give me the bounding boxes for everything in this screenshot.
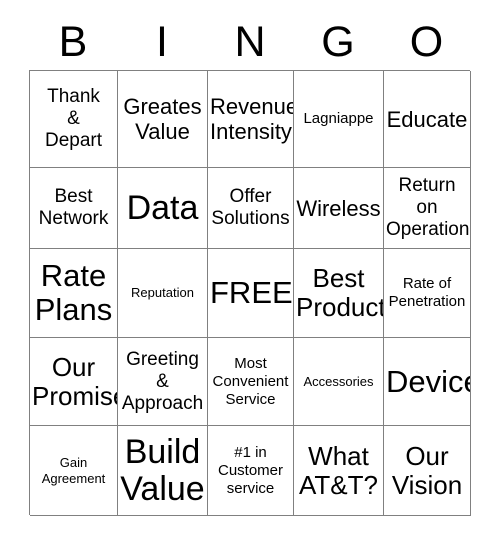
bingo-cell-label: Rate of Penetration — [388, 275, 466, 310]
bingo-cell-r5c5[interactable]: Our Vision — [384, 426, 471, 516]
bingo-header-letter-o: O — [409, 18, 444, 66]
bingo-header-letter-i: I — [156, 18, 168, 66]
bingo-cell-label: Our Vision — [391, 440, 463, 500]
bingo-cell-label: Revenue Intensity — [210, 94, 294, 144]
bingo-cell-label: Greeting & Approach — [121, 348, 204, 414]
bingo-cell-r5c1[interactable]: Gain Agreement — [30, 426, 118, 516]
bingo-cell-r3c1[interactable]: Rate Plans — [30, 249, 118, 338]
bingo-cell-label: Return on Operation — [386, 175, 470, 240]
bingo-header-letter-g: G — [321, 18, 355, 66]
bingo-cell-label: Gain Agreement — [41, 454, 106, 486]
bingo-cell-label: Accessories — [303, 373, 374, 389]
bingo-cell-label: Device — [386, 363, 470, 399]
bingo-cell-label: Rate Plans — [34, 258, 113, 327]
bingo-cell-r4c2[interactable]: Greeting & Approach — [118, 338, 208, 426]
bingo-cell-label: Best Network — [38, 186, 109, 229]
bingo-grid: Thank & Depart Greates Value Revenue Int… — [29, 70, 471, 516]
bingo-cell-label: Thank & Depart — [44, 86, 103, 151]
bingo-cell-r2c5[interactable]: Return on Operation — [384, 168, 471, 249]
bingo-cell-free-space[interactable]: FREE! — [208, 249, 294, 338]
bingo-cell-r4c5[interactable]: Device — [384, 338, 471, 426]
bingo-cell-r5c2[interactable]: Build Value — [118, 426, 208, 516]
bingo-cell-r2c2[interactable]: Data — [118, 168, 208, 249]
bingo-cell-r3c5[interactable]: Rate of Penetration — [384, 249, 471, 338]
bingo-cell-label: What AT&T? — [299, 440, 378, 500]
bingo-cell-label: Reputation — [131, 285, 194, 300]
bingo-header-letter-b: B — [58, 18, 88, 66]
bingo-cell-r1c3[interactable]: Revenue Intensity — [208, 71, 294, 168]
bingo-cell-r3c2[interactable]: Reputation — [118, 249, 208, 338]
bingo-cell-label: Our Promise — [32, 351, 118, 411]
bingo-cell-r1c2[interactable]: Greates Value — [118, 71, 208, 168]
bingo-cell-label: Most Convenient Service — [212, 354, 289, 408]
bingo-header-letters: B I N G O — [29, 14, 470, 70]
bingo-card: B I N G O Thank & Depart Greates Value R… — [0, 0, 500, 544]
bingo-cell-label: Wireless — [296, 195, 381, 221]
bingo-cell-r4c1[interactable]: Our Promise — [30, 338, 118, 426]
bingo-cell-label: Lagniappe — [303, 110, 374, 127]
bingo-cell-label: Build Value — [120, 432, 205, 508]
bingo-cell-r1c4[interactable]: Lagniappe — [294, 71, 384, 168]
bingo-cell-r2c3[interactable]: Offer Solutions — [208, 168, 294, 249]
bingo-header-letter-n: N — [234, 18, 266, 66]
bingo-free-space-label: FREE! — [210, 275, 294, 310]
bingo-cell-r2c4[interactable]: Wireless — [294, 168, 384, 249]
bingo-cell-r4c4[interactable]: Accessories — [294, 338, 384, 426]
bingo-cell-label: #1 in Customer service — [217, 443, 284, 497]
bingo-cell-label: Educate — [386, 106, 468, 132]
bingo-cell-r1c1[interactable]: Thank & Depart — [30, 71, 118, 168]
bingo-cell-r5c4[interactable]: What AT&T? — [294, 426, 384, 516]
bingo-cell-r5c3[interactable]: #1 in Customer service — [208, 426, 294, 516]
bingo-cell-label: Data — [126, 188, 199, 227]
bingo-cell-label: Greates Value — [123, 94, 202, 144]
bingo-cell-r2c1[interactable]: Best Network — [30, 168, 118, 249]
bingo-cell-r1c5[interactable]: Educate — [384, 71, 471, 168]
bingo-cell-r4c3[interactable]: Most Convenient Service — [208, 338, 294, 426]
bingo-cell-r3c4[interactable]: Best Product — [294, 249, 384, 338]
bingo-cell-label: Best Product — [296, 263, 384, 322]
bingo-cell-label: Offer Solutions — [211, 186, 290, 229]
